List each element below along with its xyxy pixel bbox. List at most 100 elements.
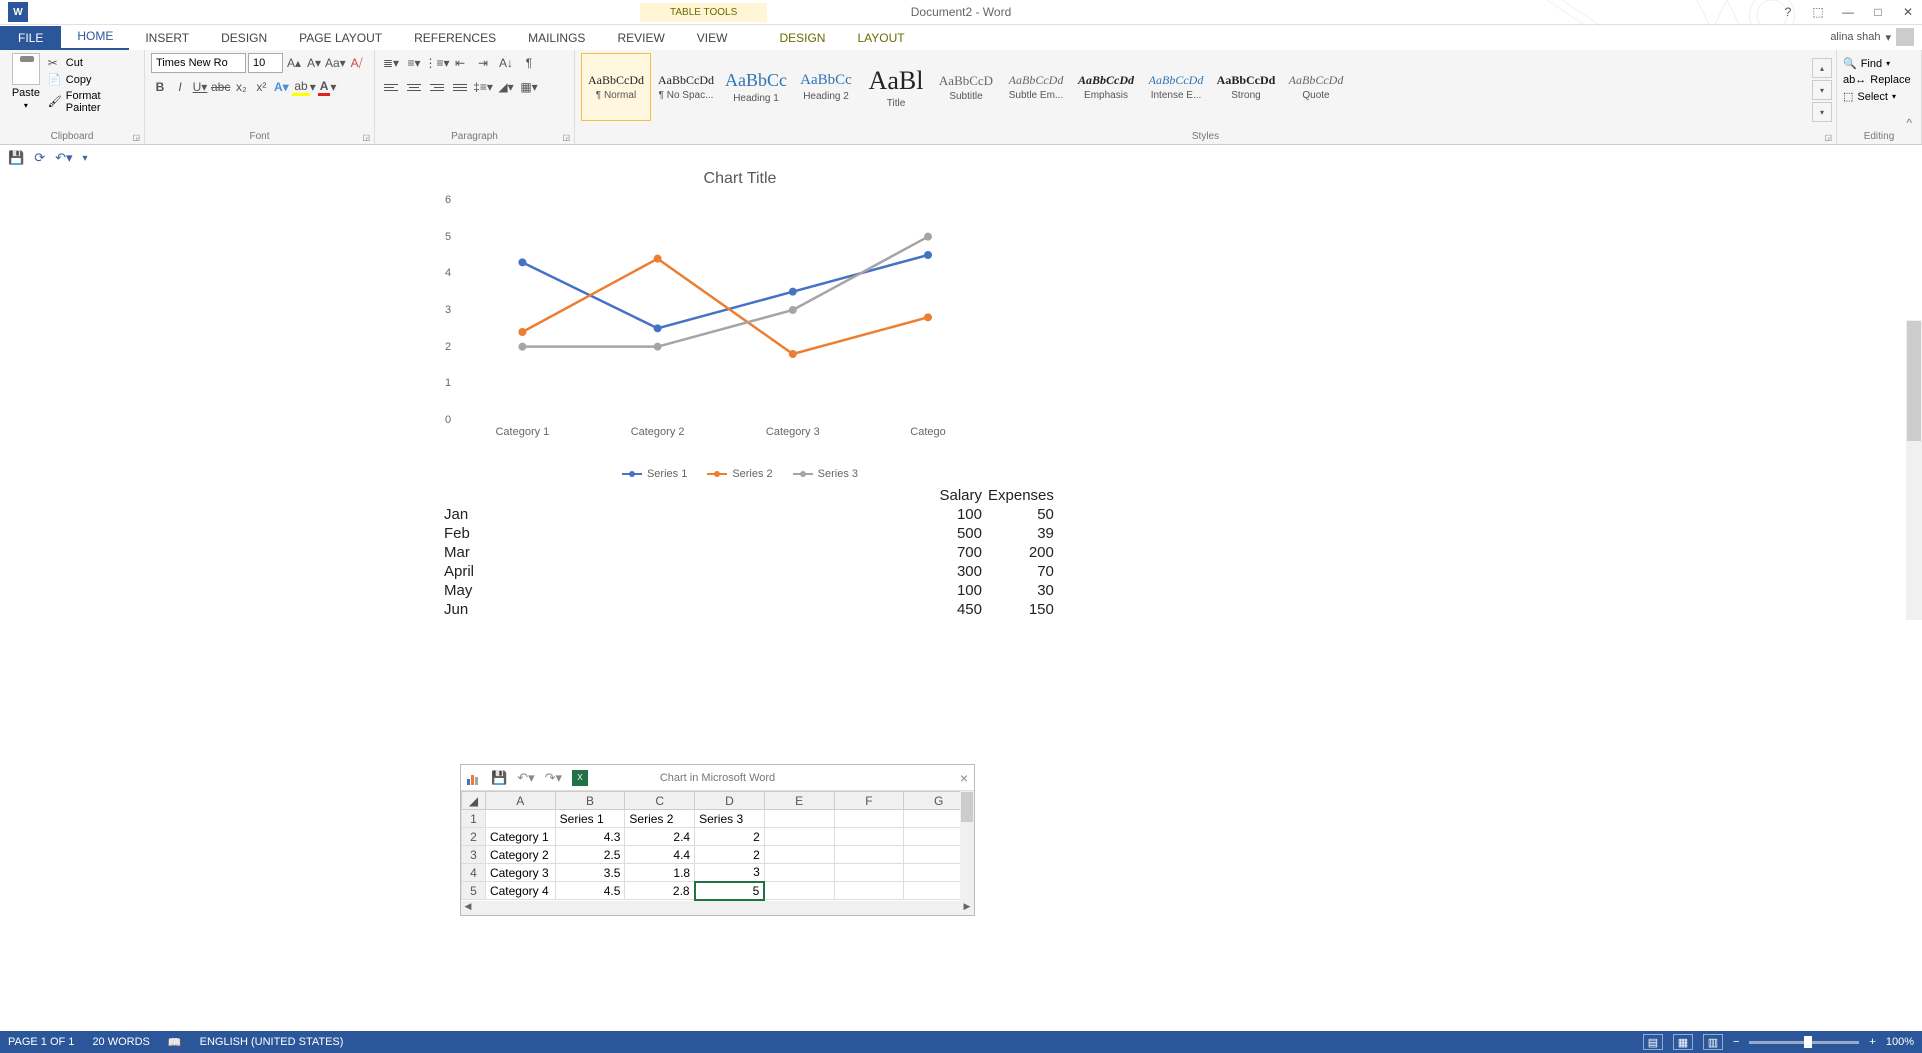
excel-col-header[interactable]: B [555, 792, 625, 810]
view-read-mode-icon[interactable]: ▤ [1643, 1034, 1663, 1050]
tab-table-layout[interactable]: LAYOUT [841, 26, 920, 50]
excel-cell[interactable]: 4.4 [625, 846, 695, 864]
zoom-in-button[interactable]: + [1869, 1036, 1875, 1048]
line-spacing-button[interactable]: ‡≡▾ [473, 77, 493, 97]
collapse-ribbon-icon[interactable]: ^ [1906, 116, 1912, 130]
shrink-font-button[interactable]: A▾ [305, 53, 323, 73]
style---normal[interactable]: AaBbCcDd¶ Normal [581, 53, 651, 121]
view-web-layout-icon[interactable]: ▥ [1703, 1034, 1723, 1050]
font-size-input[interactable] [248, 53, 283, 73]
excel-cell[interactable]: 2.5 [555, 846, 625, 864]
excel-grid[interactable]: ◢ABCDEFG1Series 1Series 2Series 32 Categ… [461, 791, 974, 901]
view-print-layout-icon[interactable]: ▦ [1673, 1034, 1693, 1050]
show-marks-button[interactable]: ¶ [519, 53, 539, 73]
maximize-icon[interactable]: □ [1869, 3, 1887, 21]
select-button[interactable]: ⬚Select▾ [1843, 90, 1915, 103]
find-button[interactable]: 🔍Find▾ [1843, 57, 1915, 70]
bold-button[interactable]: B [151, 77, 169, 97]
document-page[interactable]: Chart Title 0123456Category 1Category 2C… [440, 170, 1130, 620]
table-row[interactable]: Jan10050 [442, 506, 1056, 523]
tab-mailings[interactable]: MAILINGS [512, 26, 601, 50]
table-row[interactable]: May10030 [442, 582, 1056, 599]
excel-cell[interactable]: 2.4 [625, 828, 695, 846]
excel-redo-icon[interactable]: ↷▾ [545, 770, 562, 786]
excel-row-header[interactable]: 3 [462, 846, 486, 864]
user-account[interactable]: alina shah ▾ [1830, 28, 1914, 46]
excel-cell[interactable]: 1.8 [625, 864, 695, 882]
bullets-button[interactable]: ≣▾ [381, 53, 401, 73]
excel-col-header[interactable]: A [485, 792, 555, 810]
style-emphasis[interactable]: AaBbCcDdEmphasis [1071, 53, 1141, 121]
align-center-button[interactable] [404, 77, 424, 97]
excel-cell[interactable]: Category 2 [485, 846, 555, 864]
excel-cell[interactable]: 2 [695, 846, 765, 864]
close-icon[interactable]: ✕ [1899, 3, 1917, 21]
excel-close-icon[interactable]: × [960, 770, 968, 786]
styles-launcher-icon[interactable]: ◲ [1824, 133, 1832, 142]
zoom-level[interactable]: 100% [1886, 1036, 1914, 1048]
excel-col-header[interactable]: D [695, 792, 765, 810]
document-vertical-scrollbar[interactable] [1906, 320, 1922, 620]
increase-indent-button[interactable]: ⇥ [473, 53, 493, 73]
help-icon[interactable]: ? [1779, 3, 1797, 21]
style-heading-2[interactable]: AaBbCcHeading 2 [791, 53, 861, 121]
grow-font-button[interactable]: A▴ [285, 53, 303, 73]
qat-undo-icon[interactable]: ↶▾ [55, 150, 72, 166]
ribbon-display-icon[interactable]: ⬚ [1809, 3, 1827, 21]
excel-cell[interactable]: Series 2 [625, 810, 695, 828]
excel-col-header[interactable]: F [834, 792, 904, 810]
tab-page-layout[interactable]: PAGE LAYOUT [283, 26, 398, 50]
excel-cell[interactable]: Category 3 [485, 864, 555, 882]
tab-table-design[interactable]: DESIGN [763, 26, 841, 50]
style-intense-e---[interactable]: AaBbCcDdIntense E... [1141, 53, 1211, 121]
replace-button[interactable]: ab↔Replace [1843, 74, 1915, 86]
excel-cell[interactable]: 4.5 [555, 882, 625, 900]
excel-save-icon[interactable]: 💾 [491, 770, 507, 786]
paste-button[interactable]: Paste ▾ [6, 53, 46, 114]
tab-view[interactable]: VIEW [681, 26, 744, 50]
zoom-out-button[interactable]: − [1733, 1036, 1739, 1048]
tab-design[interactable]: DESIGN [205, 26, 283, 50]
excel-cell[interactable]: Series 1 [555, 810, 625, 828]
excel-cell[interactable]: 3.5 [555, 864, 625, 882]
copy-button[interactable]: Copy [48, 73, 138, 87]
format-painter-button[interactable]: Format Painter [48, 90, 138, 114]
underline-button[interactable]: U▾ [191, 77, 209, 97]
borders-button[interactable]: ▦▾ [519, 77, 539, 97]
table-row[interactable]: Feb50039 [442, 525, 1056, 542]
excel-cell[interactable]: 5 [695, 882, 765, 900]
highlight-button[interactable]: ab▾ [292, 77, 315, 97]
excel-cell[interactable]: Series 3 [695, 810, 765, 828]
multilevel-button[interactable]: ⋮≡▾ [427, 53, 447, 73]
strikethrough-button[interactable]: abc [211, 77, 230, 97]
status-page[interactable]: PAGE 1 OF 1 [8, 1036, 74, 1048]
subscript-button[interactable]: x₂ [232, 77, 250, 97]
font-color-button[interactable]: A▾ [318, 77, 337, 97]
shading-button[interactable]: ◢▾ [496, 77, 516, 97]
excel-scroll-right-icon[interactable]: ▶ [960, 901, 974, 915]
excel-row-header[interactable]: 2 [462, 828, 486, 846]
tab-home[interactable]: HOME [61, 24, 129, 50]
style-quote[interactable]: AaBbCcDdQuote [1281, 53, 1351, 121]
excel-cell[interactable]: 4.3 [555, 828, 625, 846]
qat-customize-icon[interactable]: ▾ [83, 153, 88, 164]
excel-cell[interactable]: Category 4 [485, 882, 555, 900]
excel-cell[interactable]: 2.8 [625, 882, 695, 900]
excel-cell[interactable]: 3 [695, 864, 765, 882]
excel-app-icon[interactable]: X [572, 770, 588, 786]
excel-select-all[interactable]: ◢ [462, 792, 486, 810]
font-name-input[interactable] [151, 53, 246, 73]
table-row[interactable]: Jun450150 [442, 601, 1056, 618]
style-subtle-em---[interactable]: AaBbCcDdSubtle Em... [1001, 53, 1071, 121]
align-left-button[interactable] [381, 77, 401, 97]
zoom-slider[interactable] [1749, 1041, 1859, 1044]
excel-row-header[interactable]: 5 [462, 882, 486, 900]
tab-file[interactable]: FILE [0, 26, 61, 50]
excel-col-header[interactable]: C [625, 792, 695, 810]
clipboard-launcher-icon[interactable]: ◲ [132, 133, 140, 142]
sort-button[interactable]: A↓ [496, 53, 516, 73]
tab-review[interactable]: REVIEW [601, 26, 680, 50]
minimize-icon[interactable]: — [1839, 3, 1857, 21]
status-word-count[interactable]: 20 WORDS [92, 1036, 149, 1048]
qat-repeat-icon[interactable]: ⟳ [34, 150, 45, 166]
